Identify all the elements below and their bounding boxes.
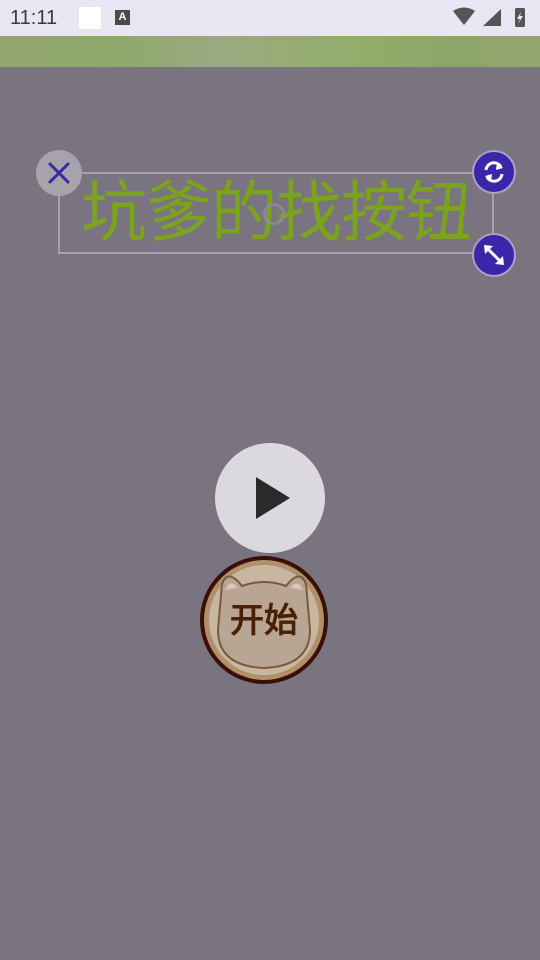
- wifi-icon: [453, 7, 475, 25]
- close-button[interactable]: [36, 150, 82, 196]
- rotate-button[interactable]: [472, 150, 516, 194]
- resize-button[interactable]: [472, 233, 516, 277]
- sticker-center-handle[interactable]: [263, 203, 285, 225]
- start-label: 开始: [230, 601, 298, 641]
- rotate-icon: [484, 161, 504, 183]
- notification-icon: [79, 7, 101, 29]
- play-icon: [256, 477, 290, 519]
- top-banner: [0, 36, 540, 67]
- status-time: 11:11: [10, 7, 58, 29]
- status-bar: 11:11 A: [0, 0, 540, 36]
- cell-signal-icon: [483, 9, 501, 26]
- resize-icon: [484, 245, 504, 265]
- close-icon: [48, 162, 70, 184]
- start-button[interactable]: 开始: [198, 554, 330, 686]
- status-icons: [453, 7, 525, 27]
- play-button[interactable]: [215, 443, 325, 553]
- notification-a-icon: A: [115, 10, 130, 25]
